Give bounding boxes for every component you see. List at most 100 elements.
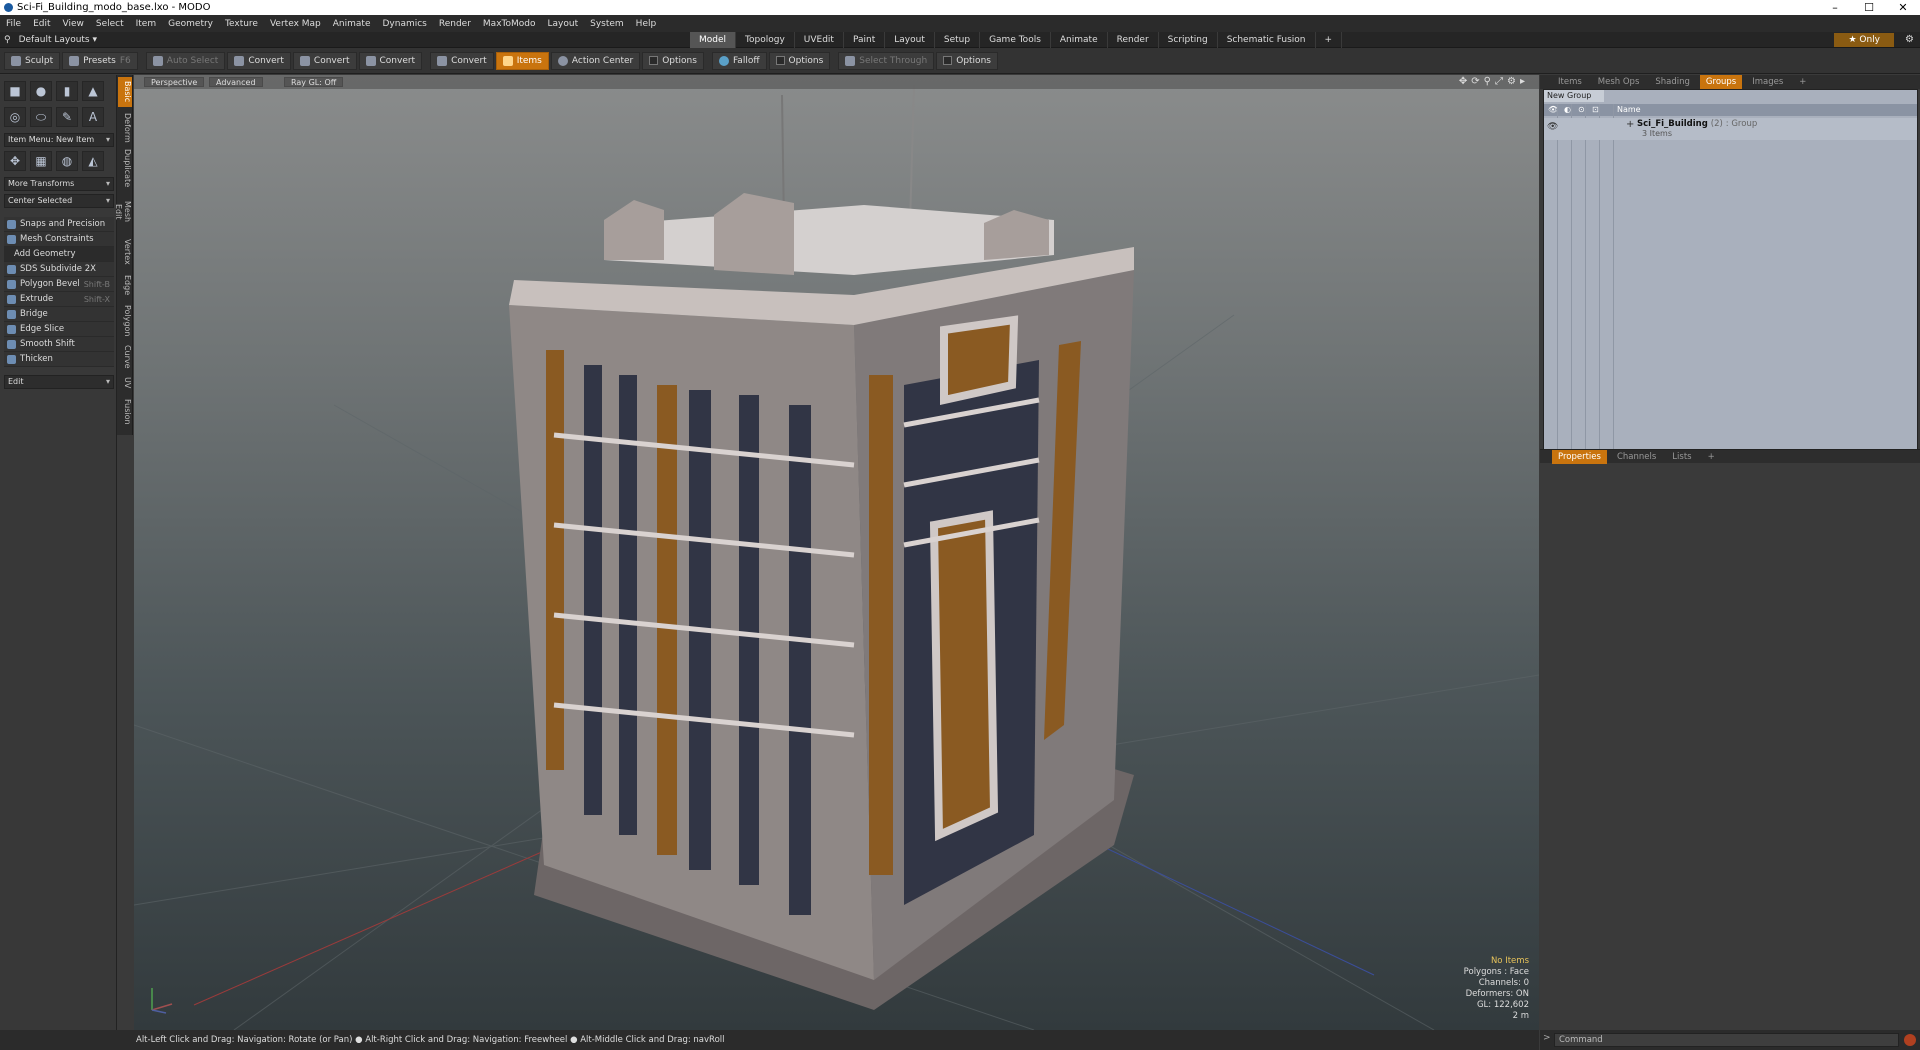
tab-mesh-ops[interactable]: Mesh Ops	[1592, 75, 1646, 89]
vtab-deform[interactable]: Deform	[118, 109, 132, 143]
viewport-nav-icons[interactable]: ✥⟳⚲⤢⚙▸	[1459, 76, 1529, 87]
pen-icon[interactable]: ✎	[56, 107, 78, 127]
tab-groups[interactable]: Groups	[1699, 75, 1743, 89]
vtab-polygon[interactable]: Polygon	[118, 301, 132, 339]
menu-layout[interactable]: Layout	[548, 19, 579, 29]
record-icon[interactable]	[1904, 1034, 1916, 1046]
menu-item[interactable]: Item	[136, 19, 157, 29]
sculpt-button[interactable]: Sculpt	[4, 51, 61, 70]
select-through-options[interactable]: Options	[936, 51, 998, 70]
presets-button[interactable]: Presets F6	[62, 51, 138, 70]
sphere-icon[interactable]: ●	[30, 81, 52, 101]
vtab-curve[interactable]: Curve	[118, 341, 132, 371]
pin-icon[interactable]: ⚲	[4, 35, 11, 45]
vtab-mesh-edit[interactable]: Mesh Edit	[114, 191, 132, 233]
action-center-options[interactable]: Options	[642, 51, 704, 70]
text-icon[interactable]: A	[82, 107, 104, 127]
vtab-basic[interactable]: Basic	[118, 77, 132, 107]
tab-scripting[interactable]: Scripting	[1159, 32, 1218, 48]
gear-icon[interactable]: ⚙	[1905, 32, 1914, 48]
menu-edit[interactable]: Edit	[33, 19, 50, 29]
select-through-button[interactable]: Select Through	[838, 51, 935, 70]
tool-smooth-shift[interactable]: Smooth Shift	[4, 337, 114, 352]
auto-select-button[interactable]: Auto Select	[145, 51, 226, 70]
convert-polygons-button[interactable]: Convert	[358, 51, 423, 70]
cone-icon[interactable]: ▲	[82, 81, 104, 101]
tab-animate[interactable]: Animate	[1051, 32, 1108, 48]
only-button[interactable]: ★ Only	[1834, 33, 1894, 47]
menu-help[interactable]: Help	[636, 19, 657, 29]
close-button[interactable]: ✕	[1886, 0, 1920, 15]
3d-viewport[interactable]: Perspective Advanced Ray GL: Off ✥⟳⚲⤢⚙▸ …	[134, 75, 1539, 1030]
menu-dynamics[interactable]: Dynamics	[382, 19, 426, 29]
tool-thicken[interactable]: Thicken	[4, 352, 114, 367]
minimize-button[interactable]: –	[1818, 0, 1852, 15]
tab-images[interactable]: Images	[1746, 75, 1789, 89]
cube-icon[interactable]: ■	[4, 81, 26, 101]
expand-icon[interactable]: +	[1626, 119, 1634, 130]
add-geometry-header[interactable]: Add Geometry	[4, 247, 114, 262]
visibility-eye-icon[interactable]: 👁	[1547, 122, 1558, 132]
add-panel-tab[interactable]: +	[1793, 75, 1812, 89]
snaps-precision-button[interactable]: Snaps and Precision	[4, 217, 114, 232]
mesh-constraints-button[interactable]: Mesh Constraints	[4, 232, 114, 247]
convert-vertices-button[interactable]: Convert	[227, 51, 291, 70]
raygl-button[interactable]: Ray GL: Off	[284, 77, 344, 87]
tab-model[interactable]: Model	[690, 32, 737, 48]
items-mode-button[interactable]: Items	[495, 51, 549, 70]
tab-items[interactable]: Items	[1552, 75, 1588, 89]
command-input[interactable]: Command	[1554, 1033, 1899, 1047]
menu-maxtomodo[interactable]: MaxToModo	[483, 19, 536, 29]
tab-render[interactable]: Render	[1108, 32, 1159, 48]
view-perspective-button[interactable]: Perspective	[144, 77, 205, 87]
menu-render[interactable]: Render	[439, 19, 471, 29]
tool-edge-slice[interactable]: Edge Slice	[4, 322, 114, 337]
tool-polygon-bevel[interactable]: Polygon Bevel Shift-B	[4, 277, 114, 292]
menu-texture[interactable]: Texture	[225, 19, 258, 29]
cylinder-icon[interactable]: ▮	[56, 81, 78, 101]
menu-geometry[interactable]: Geometry	[168, 19, 213, 29]
vtab-vertex[interactable]: Vertex	[118, 235, 132, 269]
new-group-button[interactable]: New Group	[1544, 90, 1604, 102]
tab-shading[interactable]: Shading	[1649, 75, 1696, 89]
menu-system[interactable]: System	[590, 19, 624, 29]
tab-schematic-fusion[interactable]: Schematic Fusion	[1218, 32, 1316, 48]
transform-icon[interactable]: ✥	[4, 151, 26, 171]
layout-selector[interactable]: Default Layouts ▾	[19, 35, 97, 45]
tab-uvedit[interactable]: UVEdit	[795, 32, 844, 48]
globe-icon[interactable]: ◍	[56, 151, 78, 171]
torus-icon[interactable]: ◎	[4, 107, 26, 127]
menu-vertex-map[interactable]: Vertex Map	[270, 19, 321, 29]
center-selected-dropdown[interactable]: Center Selected	[4, 194, 114, 208]
tool-bridge[interactable]: Bridge	[4, 307, 114, 322]
add-tab-button[interactable]: +	[1316, 32, 1343, 48]
vtab-edge[interactable]: Edge	[118, 271, 132, 299]
capsule-icon[interactable]: ⬭	[30, 107, 52, 127]
scale-icon[interactable]: ◭	[82, 151, 104, 171]
grid-icon[interactable]: ▦	[30, 151, 52, 171]
tab-channels[interactable]: Channels	[1611, 450, 1662, 464]
vtab-fusion[interactable]: Fusion	[118, 395, 132, 429]
tab-topology[interactable]: Topology	[736, 32, 795, 48]
menu-view[interactable]: View	[63, 19, 84, 29]
add-properties-tab[interactable]: +	[1702, 450, 1721, 464]
tool-extrude[interactable]: Extrude Shift-X	[4, 292, 114, 307]
tab-layout[interactable]: Layout	[885, 32, 935, 48]
falloff-options[interactable]: Options	[768, 51, 831, 70]
convert-materials-button[interactable]: Convert	[430, 51, 494, 70]
group-row[interactable]: 👁 + Sci_Fi_Building (2) : Group 3 Items	[1544, 118, 1917, 140]
item-menu-dropdown[interactable]: Item Menu: New Item	[4, 133, 114, 147]
tool-sds-subdivide[interactable]: SDS Subdivide 2X	[4, 262, 114, 277]
menu-file[interactable]: File	[6, 19, 21, 29]
more-transforms-dropdown[interactable]: More Transforms	[4, 177, 114, 191]
tab-game-tools[interactable]: Game Tools	[980, 32, 1051, 48]
vtab-duplicate[interactable]: Duplicate	[118, 145, 132, 189]
tab-setup[interactable]: Setup	[935, 32, 981, 48]
edit-dropdown[interactable]: Edit	[4, 375, 114, 389]
falloff-button[interactable]: Falloff	[711, 51, 767, 70]
shading-advanced-button[interactable]: Advanced	[209, 77, 263, 87]
menu-animate[interactable]: Animate	[333, 19, 371, 29]
menu-select[interactable]: Select	[96, 19, 124, 29]
convert-edges-button[interactable]: Convert	[292, 51, 357, 70]
action-center-button[interactable]: Action Center	[550, 51, 641, 70]
